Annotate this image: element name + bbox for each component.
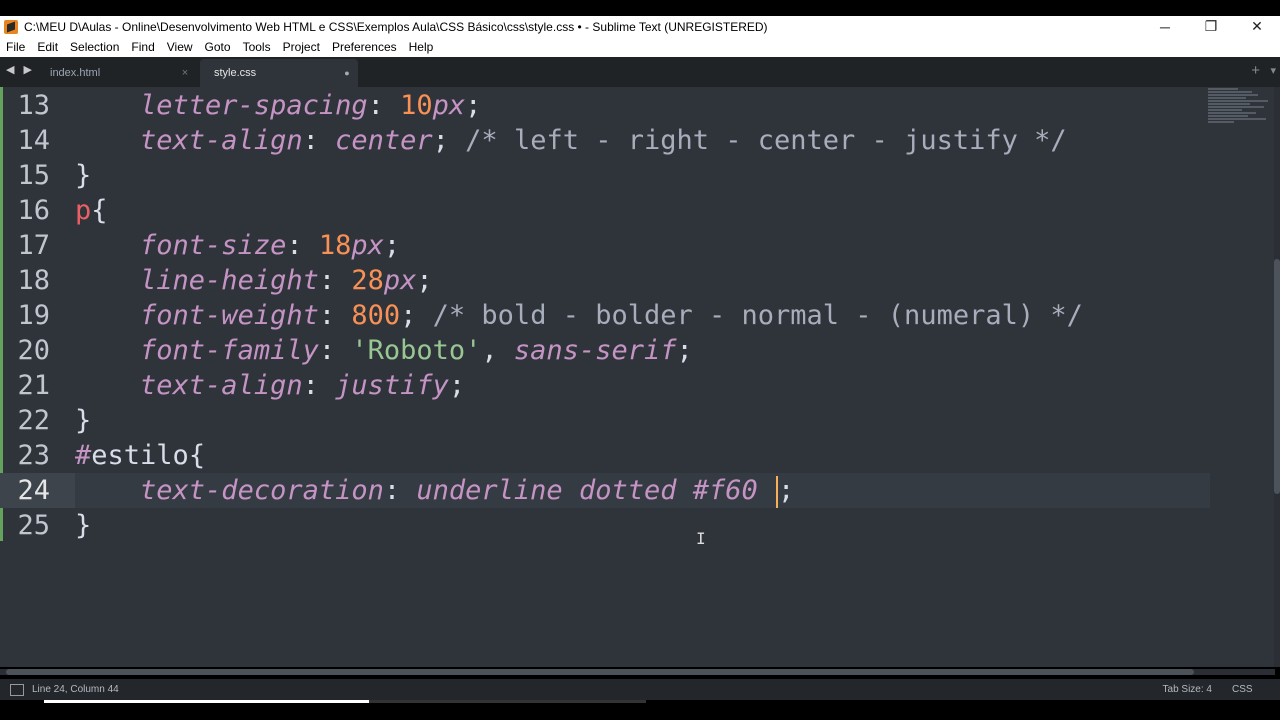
maximize-button[interactable]: ❐ (1188, 16, 1234, 37)
css-selector: p (75, 195, 92, 226)
css-selector: estilo (91, 440, 189, 471)
line-number: 21 (17, 370, 50, 401)
code-line[interactable]: 17 font-size: 18px; (0, 228, 1210, 263)
tab-modified-dot-icon[interactable]: ● (336, 68, 358, 78)
horizontal-scroll-thumb[interactable] (6, 669, 1194, 675)
status-bar: Line 24, Column 44 Tab Size: 4 CSS (0, 679, 1280, 700)
screen-top-bar (0, 0, 1280, 16)
tab-label: index.html (50, 67, 101, 79)
css-number: 800 (351, 300, 401, 331)
menu-preferences[interactable]: Preferences (326, 40, 403, 54)
title-bar: C:\MEU D\Aulas - Online\Desenvolvimento … (0, 16, 1280, 37)
line-number: 22 (17, 405, 50, 436)
css-keyword: sans-serif (513, 335, 677, 366)
menu-project[interactable]: Project (277, 40, 326, 54)
menu-bar: File Edit Selection Find View Goto Tools… (0, 37, 1280, 57)
code-line[interactable]: 18 line-height: 28px; (0, 263, 1210, 298)
window-title: C:\MEU D\Aulas - Online\Desenvolvimento … (24, 19, 768, 34)
video-player-strip (0, 700, 1280, 720)
tab-nav-arrows-icon[interactable]: ◀ ▶ (6, 63, 35, 76)
menu-goto[interactable]: Goto (199, 40, 237, 54)
code-line[interactable]: 23 #estilo{ (0, 438, 1210, 473)
code-line[interactable]: 19 font-weight: 800; /* bold - bolder - … (0, 298, 1210, 333)
line-number: 19 (17, 300, 50, 331)
line-number: 23 (17, 440, 50, 471)
video-progress-bar[interactable] (44, 700, 646, 703)
css-unit: px (351, 230, 384, 261)
css-unit: px (432, 90, 466, 121)
code-line[interactable]: 22} (0, 403, 1210, 438)
tab-style-css[interactable]: style.css ● (200, 59, 358, 87)
tab-close-icon[interactable]: × (174, 67, 196, 79)
tab-dropdown-icon[interactable]: ▾ (1270, 64, 1276, 77)
line-number: 25 (17, 510, 50, 541)
horizontal-scrollbar[interactable] (0, 669, 1275, 675)
code-line[interactable]: 13 letter-spacing: 10px; (0, 88, 1210, 123)
menu-file[interactable]: File (0, 40, 31, 54)
code-line[interactable]: 14 text-align: center; /* left - right -… (0, 123, 1210, 158)
line-number: 14 (17, 125, 50, 156)
menu-view[interactable]: View (161, 40, 199, 54)
line-number: 18 (17, 265, 50, 296)
menu-help[interactable]: Help (403, 40, 440, 54)
css-string: 'Roboto' (351, 335, 482, 366)
line-number: 17 (17, 230, 50, 261)
minimize-button[interactable]: ─ (1142, 16, 1188, 37)
cursor-position: Line 24, Column 44 (32, 684, 119, 695)
css-property: font-family (140, 335, 319, 366)
code-editor[interactable]: 13 letter-spacing: 10px; 14 text-align: … (0, 87, 1280, 675)
new-tab-icon[interactable]: + (1251, 62, 1260, 79)
css-number: 28 (351, 265, 384, 296)
css-property: font-size (140, 230, 287, 261)
css-property: letter-spacing (140, 90, 368, 121)
code-line-current[interactable]: 24 text-decoration: underline dotted #f6… (0, 473, 1210, 508)
line-number: 15 (17, 160, 50, 191)
tab-size-indicator[interactable]: Tab Size: 4 (1122, 684, 1232, 695)
video-progress-fill (44, 700, 370, 703)
css-property: text-align (140, 370, 303, 401)
css-keyword: center (335, 125, 433, 156)
tab-bar: ◀ ▶ index.html × style.css ● + ▾ (0, 57, 1280, 87)
code-line[interactable]: 16 p{ (0, 193, 1210, 228)
code-line[interactable]: 21 text-align: justify; (0, 368, 1210, 403)
tab-index-html[interactable]: index.html × (36, 59, 196, 87)
css-comment: /* left - right - center - justify */ (465, 125, 1067, 156)
line-number: 16 (17, 195, 50, 226)
css-comment: /* bold - bolder - normal - (numeral) */ (432, 300, 1083, 331)
css-keyword: underline dotted #f60 (416, 475, 758, 506)
css-property: font-weight (140, 300, 319, 331)
css-number: 18 (318, 230, 352, 261)
mouse-ibeam-icon: I (696, 529, 706, 548)
menu-selection[interactable]: Selection (64, 40, 125, 54)
css-keyword: justify (335, 370, 449, 401)
line-number: 20 (17, 335, 50, 366)
sublime-logo-icon (4, 19, 18, 34)
menu-edit[interactable]: Edit (31, 40, 64, 54)
code-line[interactable]: 20 font-family: 'Roboto', sans-serif; (0, 333, 1210, 368)
menu-find[interactable]: Find (125, 40, 160, 54)
vertical-scroll-thumb[interactable] (1274, 259, 1280, 494)
panel-toggle-icon[interactable] (10, 683, 24, 696)
css-number: 10 (400, 90, 433, 121)
menu-tools[interactable]: Tools (237, 40, 277, 54)
code-line[interactable]: 15} (0, 158, 1210, 193)
line-number: 24 (0, 473, 75, 508)
tab-label: style.css (214, 67, 257, 79)
css-property: text-decoration (140, 475, 384, 506)
minimap[interactable] (1208, 87, 1274, 137)
vertical-scrollbar[interactable] (1274, 87, 1280, 667)
code-line[interactable]: 25} (0, 508, 1210, 543)
close-button[interactable]: ✕ (1234, 16, 1280, 37)
css-property: text-align (140, 125, 303, 156)
line-number: 13 (17, 90, 50, 121)
css-property: line-height (140, 265, 319, 296)
syntax-indicator[interactable]: CSS (1232, 684, 1280, 695)
css-id-hash: # (75, 440, 92, 471)
css-unit: px (383, 265, 417, 296)
